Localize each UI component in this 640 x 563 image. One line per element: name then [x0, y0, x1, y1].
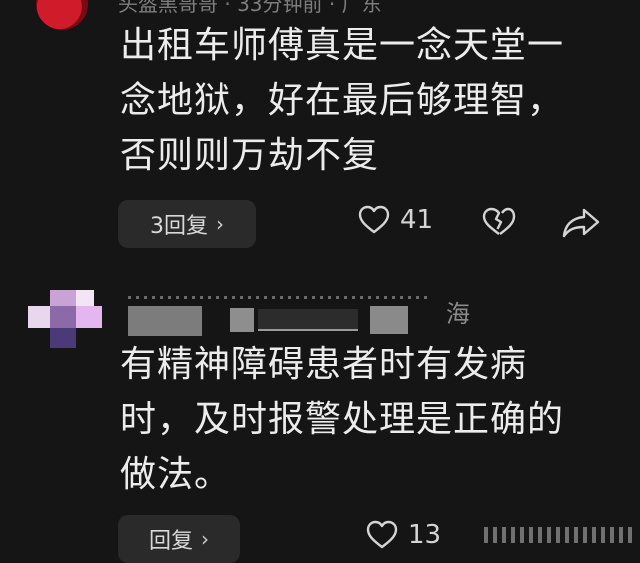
comment2-like-count: 13 — [408, 520, 442, 550]
user-avatar-2[interactable] — [28, 290, 102, 348]
heart-outline-icon — [366, 520, 398, 550]
censored-username-block-4 — [370, 306, 408, 334]
censored-username-top — [128, 296, 428, 299]
broken-heart-icon — [482, 207, 516, 237]
censored-username-block-3 — [258, 309, 358, 329]
comment1-dislike-button[interactable] — [482, 207, 516, 237]
chevron-right-icon: › — [201, 527, 209, 551]
censored-username-block-1 — [128, 306, 202, 336]
comment1-like-button[interactable]: 41 — [358, 205, 433, 235]
comment1-meta: 头盔黑哥哥 · 33分钟前 · 广东 — [118, 0, 382, 16]
comment1-replies-label: 3回复 — [150, 214, 208, 239]
chevron-right-icon: › — [216, 212, 224, 236]
comment1-replies-button[interactable]: 3回复 › — [118, 200, 256, 248]
watermark — [484, 527, 634, 543]
comment1-share-button[interactable] — [562, 207, 600, 239]
comment2-location: 海 — [446, 300, 470, 328]
comment2-replies-label: 回复 — [148, 529, 193, 554]
comment1-text: 出租车师傅真是一念天堂一念地狱，好在最后够理智，否则则万劫不复 — [120, 25, 565, 176]
comment2-replies-button[interactable]: 回复 › — [118, 515, 240, 563]
user-avatar-1[interactable] — [36, 0, 88, 30]
heart-outline-icon — [358, 205, 390, 235]
censored-username-underline — [258, 329, 358, 331]
comment2-like-button[interactable]: 13 — [366, 520, 441, 550]
comment1-like-count: 41 — [400, 205, 434, 235]
censored-username-block-2 — [230, 308, 254, 332]
share-arrow-icon — [562, 207, 600, 239]
comment2-text: 有精神障碍患者时有发病时，及时报警处理是正确的做法。 — [120, 344, 565, 495]
